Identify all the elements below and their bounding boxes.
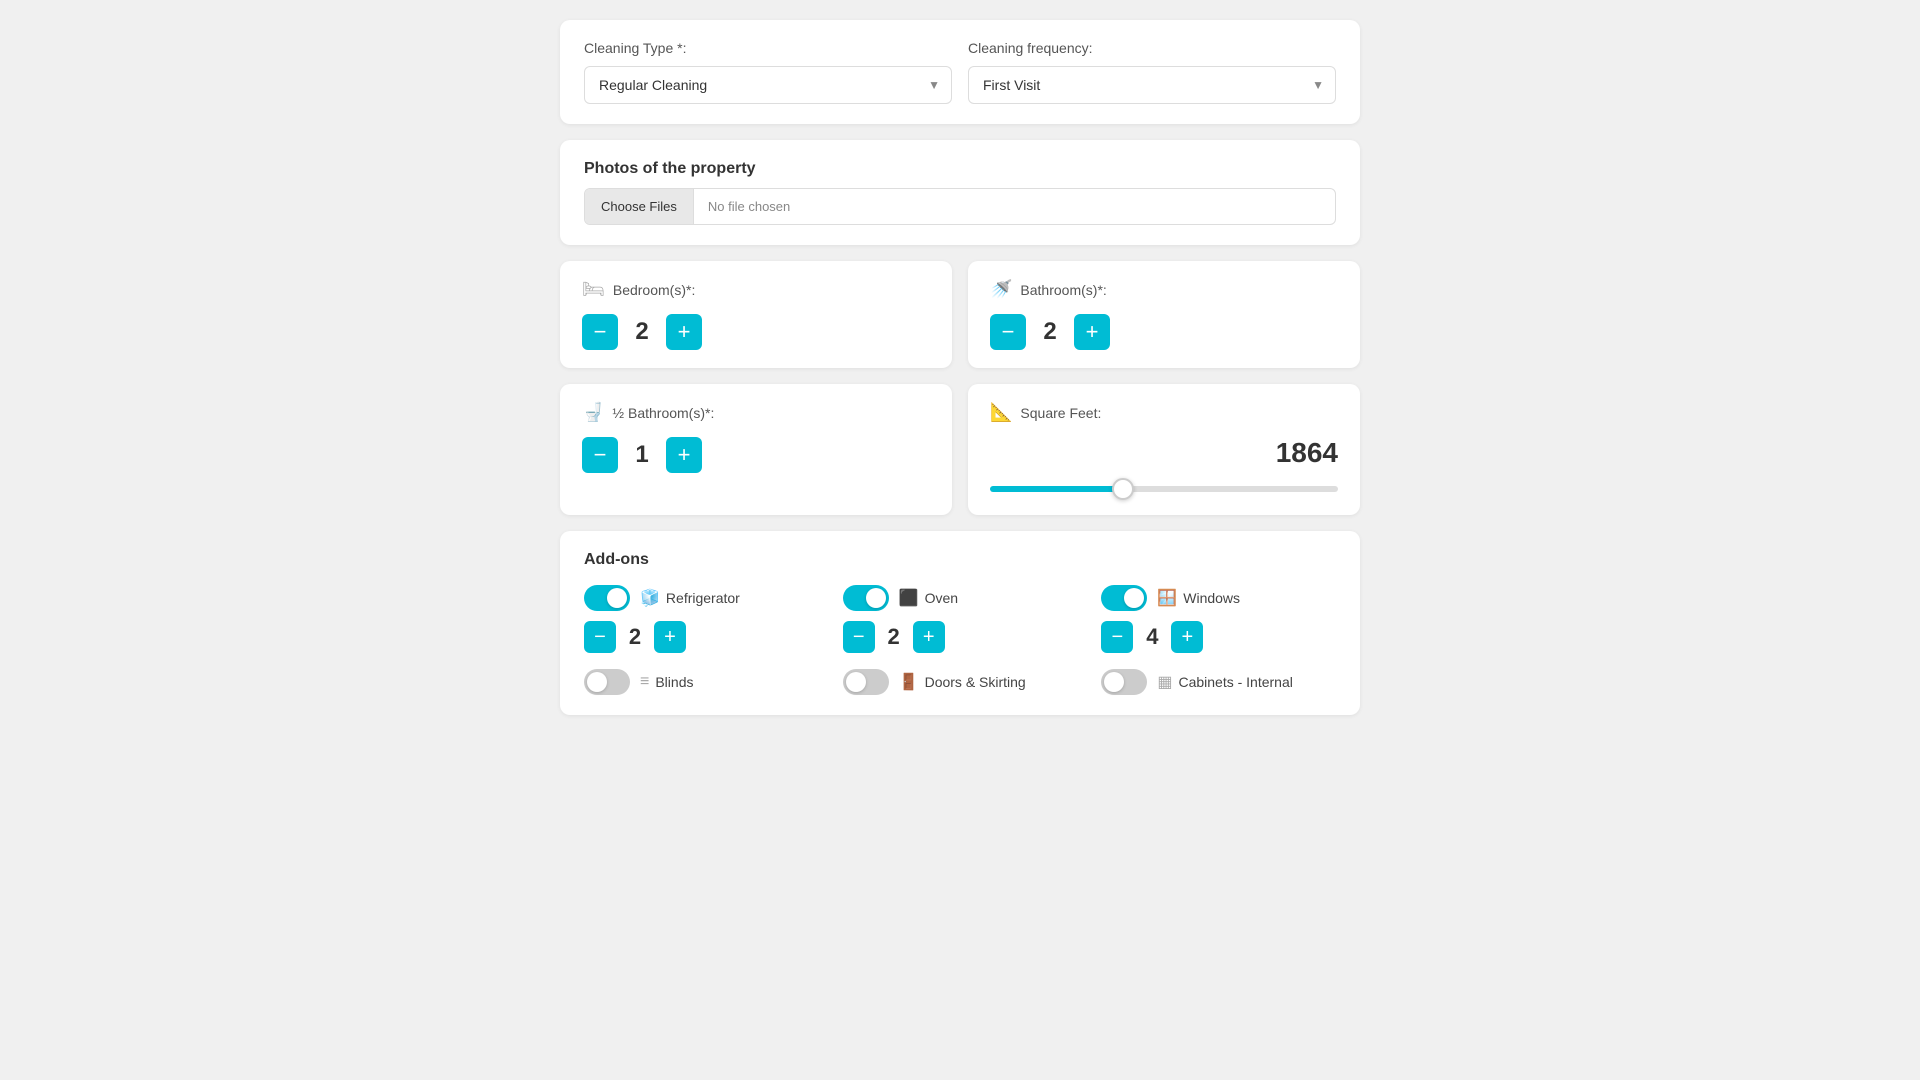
addon-label-windows: 🪟 Windows bbox=[1157, 588, 1240, 608]
square-feet-header: 📐 Square Feet: bbox=[990, 402, 1338, 423]
bedrooms-plus-button[interactable]: + bbox=[666, 314, 702, 350]
half-bathrooms-card: 🚽 ½ Bathroom(s)*: − 1 + bbox=[560, 384, 952, 515]
addon-label-refrigerator: 🧊 Refrigerator bbox=[640, 588, 740, 608]
addon-toggle-row-windows: 🪟 Windows bbox=[1101, 585, 1336, 611]
addon-toggle-row-doors-skirting: 🚪 Doors & Skirting bbox=[843, 669, 1078, 695]
cleaning-frequency-label: Cleaning frequency: bbox=[968, 40, 1336, 56]
bedrooms-value: 2 bbox=[632, 318, 652, 346]
addon-plus-btn-refrigerator[interactable]: + bbox=[654, 621, 686, 653]
addon-item-windows: 🪟 Windows −4 + bbox=[1101, 585, 1336, 653]
bathrooms-label: Bathroom(s)*: bbox=[1020, 282, 1106, 298]
addon-item-refrigerator: 🧊 Refrigerator −2 + bbox=[584, 585, 819, 653]
square-feet-icon: 📐 bbox=[990, 402, 1012, 423]
bathrooms-value: 2 bbox=[1040, 318, 1060, 346]
addon-label-text-doors-skirting: Doors & Skirting bbox=[925, 674, 1026, 690]
square-feet-label: Square Feet: bbox=[1020, 405, 1101, 421]
addon-plus-btn-windows[interactable]: + bbox=[1171, 621, 1203, 653]
addon-toggle-row-oven: ⬛ Oven bbox=[843, 585, 1078, 611]
addon-toggle-blinds[interactable] bbox=[584, 669, 630, 695]
bathrooms-header: 🚿 Bathroom(s)*: bbox=[990, 279, 1338, 300]
half-bathrooms-header: 🚽 ½ Bathroom(s)*: bbox=[582, 402, 930, 423]
addon-label-text-oven: Oven bbox=[925, 590, 958, 606]
addon-toggle-oven[interactable] bbox=[843, 585, 889, 611]
bedrooms-card: 🛏 Bedroom(s)*: − 2 + bbox=[560, 261, 952, 368]
bathrooms-controls: − 2 + bbox=[990, 314, 1338, 350]
addon-counter-oven: −2 + bbox=[843, 621, 1078, 653]
half-bathrooms-minus-button[interactable]: − bbox=[582, 437, 618, 473]
half-bathrooms-label: ½ Bathroom(s)*: bbox=[612, 405, 714, 421]
addon-value-windows: 4 bbox=[1143, 624, 1161, 650]
choose-files-button[interactable]: Choose Files bbox=[585, 189, 694, 224]
bedrooms-label: Bedroom(s)*: bbox=[613, 282, 695, 298]
square-feet-card: 📐 Square Feet: 1864 bbox=[968, 384, 1360, 515]
bedrooms-minus-button[interactable]: − bbox=[582, 314, 618, 350]
cleaning-type-select-wrapper: Regular Cleaning Deep Cleaning Move In/O… bbox=[584, 66, 952, 104]
bedrooms-bathrooms-row: 🛏 Bedroom(s)*: − 2 + 🚿 Bathroom(s)*: − 2… bbox=[560, 261, 1360, 368]
square-feet-slider[interactable] bbox=[990, 486, 1338, 492]
addon-item-doors-skirting: 🚪 Doors & Skirting bbox=[843, 669, 1078, 695]
addon-toggle-cabinets-internal[interactable] bbox=[1101, 669, 1147, 695]
square-feet-value: 1864 bbox=[990, 437, 1338, 469]
bathrooms-card: 🚿 Bathroom(s)*: − 2 + bbox=[968, 261, 1360, 368]
addon-icon-cabinets-internal: ▦ bbox=[1157, 672, 1172, 692]
cleaning-frequency-select[interactable]: First Visit Weekly Bi-Weekly Monthly bbox=[968, 66, 1336, 104]
addon-plus-btn-oven[interactable]: + bbox=[913, 621, 945, 653]
addon-item-oven: ⬛ Oven −2 + bbox=[843, 585, 1078, 653]
addon-minus-btn-refrigerator[interactable]: − bbox=[584, 621, 616, 653]
addon-icon-blinds: ≡ bbox=[640, 673, 649, 691]
addons-section: Add-ons 🧊Refrigerator−2+⬛Oven−2+🪟Windows… bbox=[560, 531, 1360, 715]
addon-value-refrigerator: 2 bbox=[626, 624, 644, 650]
cleaning-type-label: Cleaning Type *: bbox=[584, 40, 952, 56]
addon-label-text-windows: Windows bbox=[1183, 590, 1240, 606]
addon-label-blinds: ≡ Blinds bbox=[640, 673, 693, 691]
addon-value-oven: 2 bbox=[885, 624, 903, 650]
addon-toggle-row-refrigerator: 🧊 Refrigerator bbox=[584, 585, 819, 611]
no-file-text: No file chosen bbox=[694, 189, 804, 224]
bedrooms-header: 🛏 Bedroom(s)*: bbox=[582, 279, 930, 300]
addon-label-oven: ⬛ Oven bbox=[899, 588, 958, 608]
bedroom-icon: 🛏 bbox=[582, 279, 605, 300]
bedrooms-controls: − 2 + bbox=[582, 314, 930, 350]
bathrooms-minus-button[interactable]: − bbox=[990, 314, 1026, 350]
addons-title: Add-ons bbox=[584, 551, 1336, 569]
addon-icon-doors-skirting: 🚪 bbox=[899, 672, 919, 692]
addon-counter-windows: −4 + bbox=[1101, 621, 1336, 653]
addon-item-blinds: ≡ Blinds bbox=[584, 669, 819, 695]
cleaning-frequency-select-wrapper: First Visit Weekly Bi-Weekly Monthly ▼ bbox=[968, 66, 1336, 104]
addon-toggle-row-cabinets-internal: ▦ Cabinets - Internal bbox=[1101, 669, 1336, 695]
addon-label-text-cabinets-internal: Cabinets - Internal bbox=[1178, 674, 1292, 690]
cleaning-type-select[interactable]: Regular Cleaning Deep Cleaning Move In/O… bbox=[584, 66, 952, 104]
half-bathroom-icon: 🚽 bbox=[582, 402, 604, 423]
half-bath-sqft-row: 🚽 ½ Bathroom(s)*: − 1 + 📐 Square Feet: 1… bbox=[560, 384, 1360, 515]
addon-toggle-refrigerator[interactable] bbox=[584, 585, 630, 611]
addons-grid: 🧊Refrigerator−2+⬛Oven−2+🪟Windows−4+≡Blin… bbox=[584, 585, 1336, 695]
half-bathrooms-controls: − 1 + bbox=[582, 437, 930, 473]
addon-toggle-windows[interactable] bbox=[1101, 585, 1147, 611]
half-bathrooms-value: 1 bbox=[632, 441, 652, 469]
addon-label-text-blinds: Blinds bbox=[655, 674, 693, 690]
bathrooms-plus-button[interactable]: + bbox=[1074, 314, 1110, 350]
addon-label-doors-skirting: 🚪 Doors & Skirting bbox=[899, 672, 1026, 692]
file-input-row: Choose Files No file chosen bbox=[584, 188, 1336, 225]
addon-minus-btn-oven[interactable]: − bbox=[843, 621, 875, 653]
photos-label: Photos of the property bbox=[584, 160, 1336, 178]
addon-toggle-row-blinds: ≡ Blinds bbox=[584, 669, 819, 695]
half-bathrooms-plus-button[interactable]: + bbox=[666, 437, 702, 473]
addon-label-text-refrigerator: Refrigerator bbox=[666, 590, 740, 606]
photos-section: Photos of the property Choose Files No f… bbox=[560, 140, 1360, 245]
addon-toggle-doors-skirting[interactable] bbox=[843, 669, 889, 695]
addon-item-cabinets-internal: ▦ Cabinets - Internal bbox=[1101, 669, 1336, 695]
addon-counter-refrigerator: −2 + bbox=[584, 621, 819, 653]
addon-minus-btn-windows[interactable]: − bbox=[1101, 621, 1133, 653]
addon-icon-oven: ⬛ bbox=[899, 588, 919, 608]
addon-label-cabinets-internal: ▦ Cabinets - Internal bbox=[1157, 672, 1293, 692]
bathroom-icon: 🚿 bbox=[990, 279, 1012, 300]
addon-icon-refrigerator: 🧊 bbox=[640, 588, 660, 608]
square-feet-slider-container bbox=[990, 479, 1338, 497]
addon-icon-windows: 🪟 bbox=[1157, 588, 1177, 608]
